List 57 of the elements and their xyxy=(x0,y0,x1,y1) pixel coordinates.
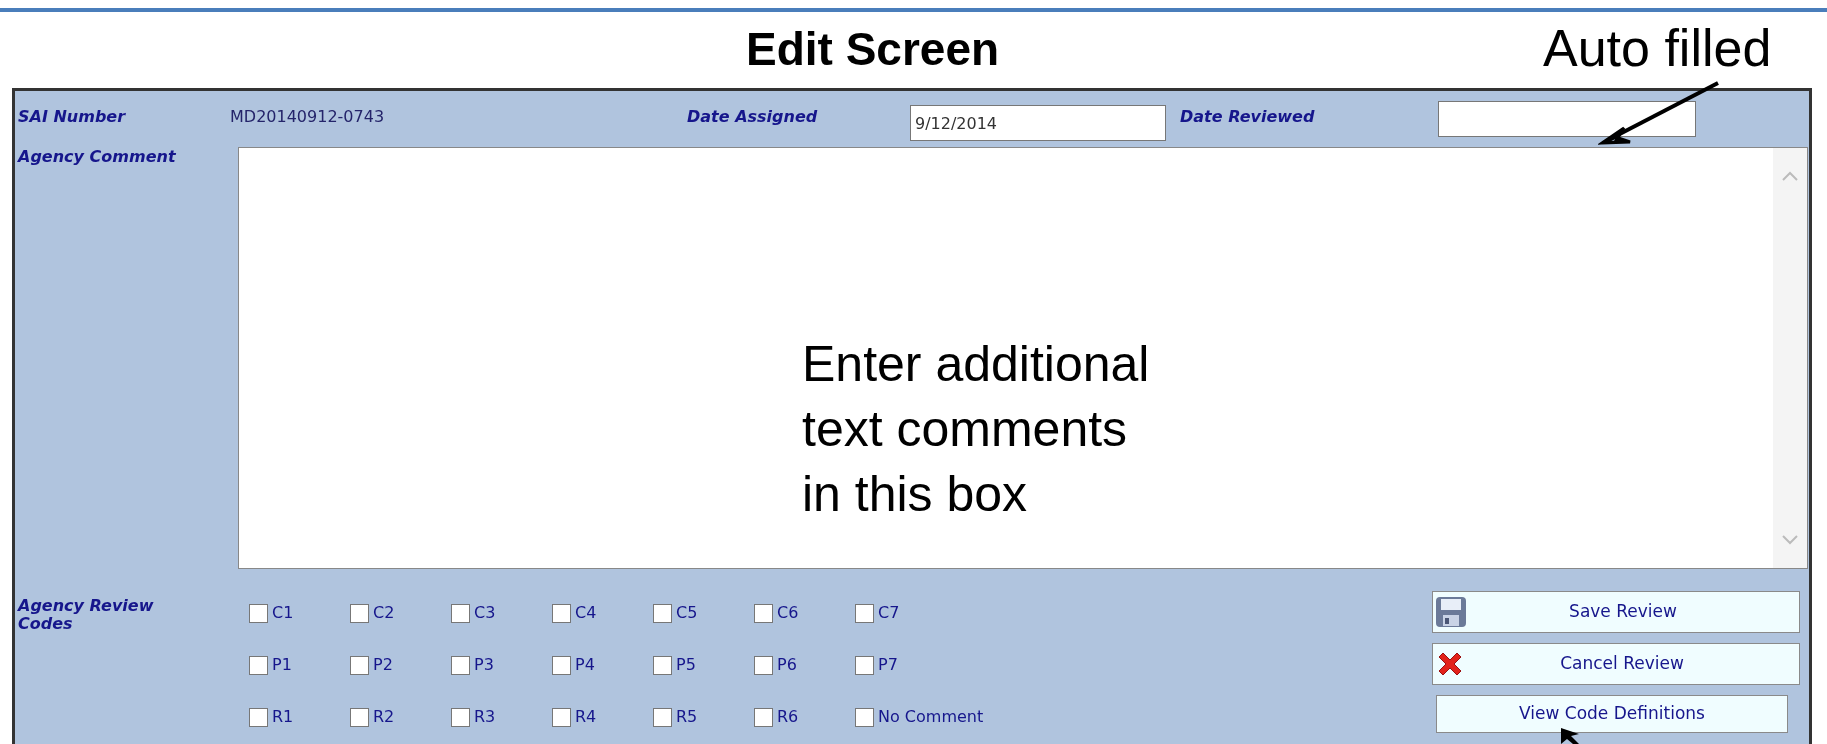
checkbox-label: P1 xyxy=(272,654,292,676)
checkbox-label: P7 xyxy=(878,654,898,676)
checkbox-label: R6 xyxy=(777,706,799,728)
checkbox[interactable] xyxy=(552,707,571,727)
checkbox-label: C7 xyxy=(878,602,900,624)
cancel-button[interactable]: Cancel Review xyxy=(1432,643,1800,685)
field-label: Date Assigned xyxy=(687,106,819,128)
checkbox-label: P5 xyxy=(676,654,696,676)
view-definitions-button[interactable]: View Code Definitions xyxy=(1436,695,1788,733)
checkbox-label: R2 xyxy=(373,706,395,728)
date-assigned-field[interactable]: 9/12/2014 xyxy=(910,105,1166,141)
checkbox-label: C3 xyxy=(474,602,496,624)
sai-number-value: MD20140912-0743 xyxy=(230,106,386,128)
checkbox-label: P2 xyxy=(373,654,393,676)
checkbox[interactable] xyxy=(653,655,672,675)
checkbox-label: P6 xyxy=(777,654,797,676)
checkbox-label: No Comment xyxy=(878,706,984,728)
checkbox[interactable] xyxy=(350,603,369,623)
checkbox[interactable] xyxy=(249,603,268,623)
checkbox[interactable] xyxy=(855,603,874,623)
checkbox[interactable] xyxy=(451,655,470,675)
annotation-text: Enter additional text comments in this box xyxy=(802,335,1150,524)
checkbox[interactable] xyxy=(451,603,470,623)
checkbox[interactable] xyxy=(653,603,672,623)
checkbox-label: P4 xyxy=(575,654,595,676)
comment-field[interactable]: Enter additional text comments in this box xyxy=(238,147,1808,569)
checkbox[interactable] xyxy=(350,707,369,727)
annotation-text: Auto filled xyxy=(1543,22,1772,74)
checkbox-label: C2 xyxy=(373,602,395,624)
field-label: Agency Comment xyxy=(16,147,177,168)
checkbox[interactable] xyxy=(552,603,571,623)
checkbox-label: C4 xyxy=(575,602,597,624)
field-label: Date Reviewed xyxy=(1179,106,1316,128)
checkbox[interactable] xyxy=(249,707,268,727)
checkbox[interactable] xyxy=(249,655,268,675)
checkbox[interactable] xyxy=(754,707,773,727)
checkbox-label: C6 xyxy=(777,602,799,624)
save-button[interactable]: Save Review xyxy=(1432,591,1800,633)
checkbox-label: C1 xyxy=(272,602,294,624)
field-label: Agency Review Codes xyxy=(18,597,155,633)
checkbox[interactable] xyxy=(855,707,874,727)
checkbox[interactable] xyxy=(754,655,773,675)
checkbox[interactable] xyxy=(552,655,571,675)
checkbox-label: C5 xyxy=(676,602,698,624)
checkbox-label: R4 xyxy=(575,706,597,728)
checkbox-label: P3 xyxy=(474,654,494,676)
checkbox[interactable] xyxy=(653,707,672,727)
date-reviewed-field[interactable] xyxy=(1438,101,1696,137)
checkbox[interactable] xyxy=(451,707,470,727)
page-title: Edit Screen xyxy=(746,26,1000,72)
checkbox-label: R1 xyxy=(272,706,294,728)
field-label: SAI Number xyxy=(17,106,127,128)
checkbox-label: R3 xyxy=(474,706,496,728)
checkbox-label: R5 xyxy=(676,706,698,728)
checkbox[interactable] xyxy=(855,655,874,675)
checkbox[interactable] xyxy=(754,603,773,623)
checkbox[interactable] xyxy=(350,655,369,675)
